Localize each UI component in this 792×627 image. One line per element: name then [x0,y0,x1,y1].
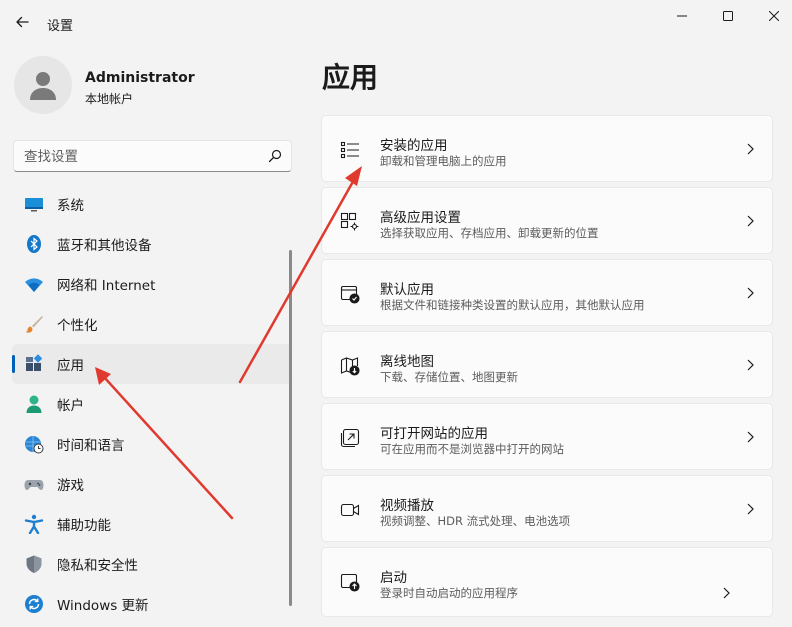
back-arrow-icon [16,16,29,28]
card-video-playback[interactable]: 视频播放 视频调整、HDR 流式处理、电池选项 [321,475,773,542]
chevron-right-icon [747,215,754,227]
brush-icon [24,314,44,334]
card-apps-for-websites[interactable]: 可打开网站的应用 可在应用而不是浏览器中打开的网站 [321,403,773,470]
sidebar-nav: 系统 蓝牙和其他设备 网络和 Internet 个性化 应用 帐户 时间和语言 … [12,184,292,624]
search-icon[interactable] [268,149,282,163]
sidebar-item-time-language[interactable]: 时间和语言 [12,424,292,464]
card-title: 默认应用 [380,282,434,298]
gamepad-icon [24,474,44,494]
sidebar-item-label: 系统 [57,198,84,214]
wifi-icon [24,274,44,294]
maximize-icon [723,11,733,21]
card-title: 高级应用设置 [380,210,461,226]
sidebar-item-label: 个性化 [57,318,98,334]
card-subtitle: 根据文件和链接种类设置的默认应用，其他默认应用 [380,298,645,312]
sidebar-item-label: 时间和语言 [57,438,125,454]
startup-icon [338,570,362,594]
card-startup[interactable]: 启动 登录时自动启动的应用程序 [321,547,773,617]
close-icon [769,11,779,21]
card-subtitle: 选择获取应用、存档应用、卸载更新的位置 [380,226,599,240]
account-icon [24,394,44,414]
sidebar-item-windows-update[interactable]: Windows 更新 [12,584,292,624]
search-box[interactable] [13,140,292,172]
card-subtitle: 下载、存储位置、地图更新 [380,370,518,384]
globe-clock-icon [24,434,44,454]
sidebar-item-label: 辅助功能 [57,518,111,534]
user-silhouette-icon [30,72,56,100]
sidebar-item-label: 应用 [57,358,84,374]
list-icon [338,138,362,162]
sidebar-item-label: 网络和 Internet [57,278,156,294]
minimize-icon [677,15,687,17]
open-website-icon [338,426,362,450]
sidebar-item-apps[interactable]: 应用 [12,344,292,384]
sidebar-item-accessibility[interactable]: 辅助功能 [12,504,292,544]
chevron-right-icon [747,431,754,443]
profile-name: Administrator [85,70,195,86]
card-title: 视频播放 [380,498,434,514]
card-title: 离线地图 [380,354,434,370]
sidebar-item-bluetooth[interactable]: 蓝牙和其他设备 [12,224,292,264]
avatar[interactable] [14,56,72,114]
card-subtitle: 登录时自动启动的应用程序 [380,586,518,600]
card-subtitle: 可在应用而不是浏览器中打开的网站 [380,442,564,456]
video-icon [338,498,362,522]
sidebar-item-gaming[interactable]: 游戏 [12,464,292,504]
page-title: 应用 [322,61,379,94]
card-advanced-app-settings[interactable]: 高级应用设置 选择获取应用、存档应用、卸载更新的位置 [321,187,773,254]
sidebar-item-network[interactable]: 网络和 Internet [12,264,292,304]
map-download-icon [338,354,362,378]
chevron-right-icon [747,143,754,155]
back-button[interactable] [8,8,36,36]
app-title: 设置 [47,19,74,34]
close-button[interactable] [751,0,792,32]
sidebar-item-label: 帐户 [57,398,84,414]
search-input[interactable] [24,147,264,166]
chevron-right-icon [747,503,754,515]
app-settings-icon [338,210,362,234]
bluetooth-icon [24,234,44,254]
card-installed-apps[interactable]: 安装的应用 卸载和管理电脑上的应用 [321,115,773,182]
card-subtitle: 卸载和管理电脑上的应用 [380,154,507,168]
card-title: 启动 [380,570,407,586]
system-display-icon [24,194,44,214]
card-default-apps[interactable]: 默认应用 根据文件和链接种类设置的默认应用，其他默认应用 [321,259,773,326]
shield-icon [24,554,44,574]
apps-icon [24,354,44,374]
sidebar-item-label: 蓝牙和其他设备 [57,238,152,254]
sidebar-item-accounts[interactable]: 帐户 [12,384,292,424]
sidebar-item-label: 隐私和安全性 [57,558,138,574]
card-title: 可打开网站的应用 [380,426,488,442]
accessibility-icon [24,514,44,534]
chevron-right-icon [723,587,730,599]
sidebar-item-label: 游戏 [57,478,84,494]
default-app-icon [338,282,362,306]
sidebar-item-label: Windows 更新 [57,598,149,614]
sidebar-scrollbar[interactable] [289,250,292,606]
minimize-button[interactable] [659,0,705,32]
title-bar: 设置 [0,0,792,46]
chevron-right-icon [747,287,754,299]
settings-card-list: 安装的应用 卸载和管理电脑上的应用 高级应用设置 选择获取应用、存档应用、卸载更… [321,115,773,622]
card-offline-maps[interactable]: 离线地图 下载、存储位置、地图更新 [321,331,773,398]
sidebar-item-personalization[interactable]: 个性化 [12,304,292,344]
sidebar-item-privacy[interactable]: 隐私和安全性 [12,544,292,584]
card-title: 安装的应用 [380,138,448,154]
sidebar-item-system[interactable]: 系统 [12,184,292,224]
card-subtitle: 视频调整、HDR 流式处理、电池选项 [380,514,571,528]
maximize-button[interactable] [705,0,751,32]
chevron-right-icon [747,359,754,371]
update-icon [24,594,44,614]
profile-account-type: 本地帐户 [85,92,134,106]
